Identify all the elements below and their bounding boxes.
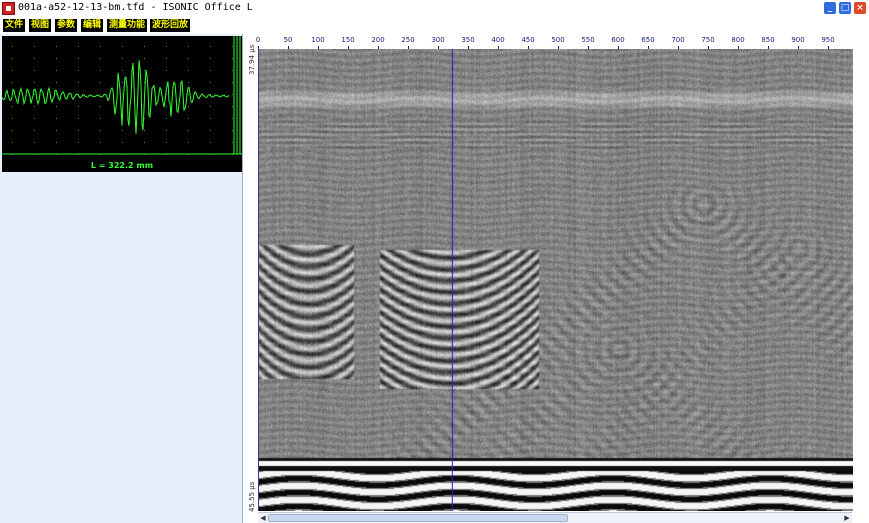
menu-edit[interactable]: 编辑 [81, 19, 104, 32]
ruler-tick-label: 200 [371, 36, 385, 44]
ruler-tick-label: 650 [641, 36, 655, 44]
ruler-tick-label: 750 [701, 36, 715, 44]
ruler-tick-label: 400 [491, 36, 505, 44]
ruler-tick-label: 500 [551, 36, 565, 44]
ruler-tick-label: 350 [461, 36, 475, 44]
bscan-ruler: 0 50 100 150 200 250 300 350 400 450 500 550 600 650 7… [255, 36, 852, 49]
scroll-right-icon[interactable]: ▶ [842, 513, 852, 523]
horizontal-scrollbar[interactable]: ◀ ▶ [258, 512, 852, 523]
window-title: 001a-a52-12-13-bm.tfd - ISONIC Office L [18, 2, 253, 13]
ruler-tick-label: 600 [611, 36, 625, 44]
menu-view[interactable]: 视图 [29, 19, 52, 32]
ruler-tick-label: 700 [671, 36, 685, 44]
title-bar: 001a-a52-12-13-bm.tfd - ISONIC Office L … [0, 0, 869, 18]
ruler-tick-label: 450 [521, 36, 535, 44]
ruler-tick-label: 150 [341, 36, 355, 44]
ascan-waveform [2, 36, 242, 155]
ruler-tick-label: 250 [401, 36, 415, 44]
ruler-tick-label: 900 [791, 36, 805, 44]
app-icon[interactable] [2, 2, 15, 15]
ascan-length-label: L = 322.2 mm [90, 161, 154, 170]
ruler-tick-label: 800 [731, 36, 745, 44]
close-icon[interactable]: × [853, 1, 867, 15]
ruler-tick-label: 850 [761, 36, 775, 44]
bscan-y-bottom-label: 45.55 µs [248, 481, 256, 512]
menu-file[interactable]: 文件 [3, 19, 26, 32]
menu-measure[interactable]: 测量功能 [107, 19, 148, 32]
scroll-left-icon[interactable]: ◀ [258, 513, 268, 523]
bscan-y-top-label: 37.94 µs [248, 44, 256, 75]
bscan-overlay [451, 49, 453, 511]
menu-bar: 文件 视图 参数 编辑 测量功能 波形回放 [0, 17, 869, 34]
menu-parameters[interactable]: 参数 [55, 19, 78, 32]
menu-playback[interactable]: 波形回放 [150, 19, 191, 32]
minimize-icon[interactable]: _ [823, 1, 837, 15]
ruler-tick-label: 300 [431, 36, 445, 44]
ascan-display[interactable]: L = 322.2 mm [2, 36, 242, 172]
ruler-tick-label: 550 [581, 36, 595, 44]
maximize-icon[interactable]: □ [838, 1, 852, 15]
ruler-tick-label: 50 [283, 36, 293, 44]
ruler-tick-label: 0 [255, 36, 261, 44]
ruler-tick-label: 100 [311, 36, 325, 44]
bscan-image[interactable] [258, 49, 853, 511]
ruler-tick-label: 950 [821, 36, 835, 44]
scrollbar-thumb[interactable] [268, 514, 568, 522]
